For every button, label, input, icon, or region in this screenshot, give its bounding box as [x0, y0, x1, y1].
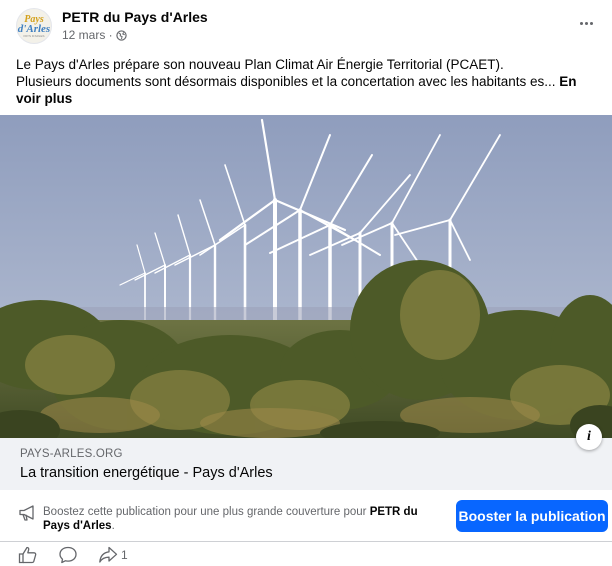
info-icon[interactable]: i [576, 424, 602, 450]
avatar-logo-line3: PAYS D'ARLES [23, 33, 45, 38]
boost-text-before: Boostez cette publication pour une plus … [43, 506, 370, 518]
link-title[interactable]: La transition energétique - Pays d'Arles [20, 465, 273, 481]
link-preview[interactable]: PAYS-ARLES.ORG La transition energétique… [0, 438, 612, 490]
wind-turbines-photo [0, 115, 612, 438]
link-preview-image[interactable] [0, 115, 612, 438]
boost-text-after: . [111, 520, 115, 532]
avatar-logo-line2: d'Arles [17, 22, 51, 35]
boost-bar: Boostez cette publication pour une plus … [0, 490, 612, 542]
post-text-line1: Le Pays d'Arles prépare son nouveau Plan… [16, 57, 504, 72]
comment-icon [59, 546, 77, 564]
post-actions: 1 [0, 542, 612, 566]
share-button[interactable]: 1 [98, 545, 128, 565]
boost-publication-button[interactable]: Booster la publication [456, 500, 608, 532]
post-header: Pays d'Arles PAYS D'ARLES PETR du Pays d… [0, 0, 612, 50]
megaphone-icon [19, 505, 34, 521]
link-domain: PAYS-ARLES.ORG [20, 448, 123, 460]
globe-icon [116, 29, 127, 41]
post-meta: 12 mars · [62, 28, 127, 42]
share-count: 1 [121, 548, 128, 562]
thumbs-up-icon [18, 546, 37, 564]
page-avatar[interactable]: Pays d'Arles PAYS D'ARLES [16, 8, 52, 44]
comment-button[interactable] [58, 545, 78, 565]
boost-message: Boostez cette publication pour une plus … [43, 505, 433, 533]
post-text-line2: Plusieurs documents sont désormais dispo… [16, 74, 560, 89]
share-icon [99, 546, 118, 563]
more-options-icon[interactable] [572, 12, 600, 34]
post-date[interactable]: 12 mars · [62, 28, 113, 42]
like-button[interactable] [18, 545, 38, 565]
page-name-link[interactable]: PETR du Pays d'Arles [62, 9, 208, 25]
post-message: Le Pays d'Arles prépare son nouveau Plan… [16, 56, 600, 107]
